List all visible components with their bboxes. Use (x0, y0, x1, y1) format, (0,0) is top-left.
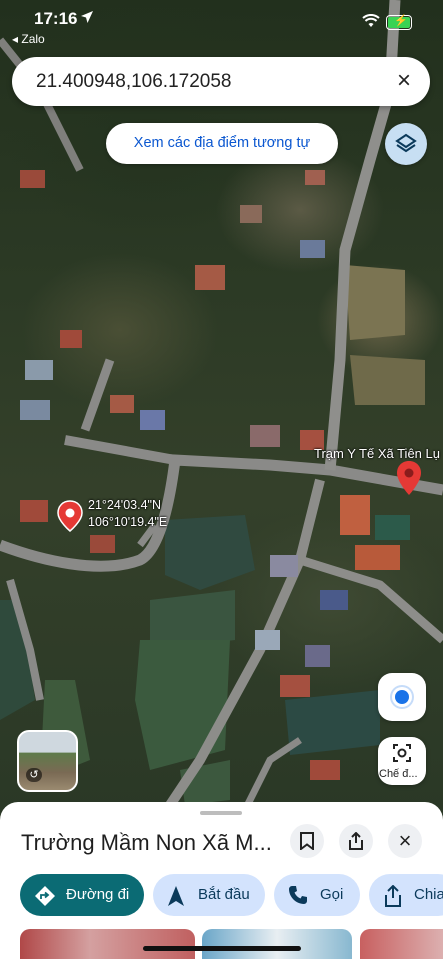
layers-button[interactable] (385, 123, 427, 165)
share-button[interactable] (339, 824, 373, 858)
search-query-text[interactable]: 21.400948,106.172058 (36, 71, 231, 93)
location-arrow-icon (81, 11, 93, 23)
status-time: 17:16 (34, 9, 78, 28)
search-bar[interactable]: 21.400948,106.172058 × (12, 57, 430, 106)
status-bar: 17:16 ◂ Zalo ⚡ (0, 0, 443, 52)
call-button[interactable]: Gọi (274, 874, 360, 916)
battery-icon: ⚡ (386, 15, 412, 30)
close-icon: × (398, 828, 412, 853)
street-view-thumbnail[interactable]: ↺ (17, 730, 78, 792)
share-icon (349, 832, 363, 850)
call-label: Gọi (320, 886, 344, 903)
directions-icon (35, 886, 55, 906)
dropped-pin-icon[interactable] (57, 500, 83, 532)
place-label[interactable]: Trạm Y Tế Xã Tiên Lụ (314, 446, 440, 461)
place-bottom-sheet[interactable]: Trường Mầm Non Xã M... × Đường đi Bắt đầ… (0, 802, 443, 959)
place-photo[interactable] (20, 929, 195, 959)
directions-button[interactable]: Đường đi (20, 874, 144, 916)
my-location-icon (395, 690, 409, 704)
action-chips: Đường đi Bắt đầu Gọi Chia (0, 874, 443, 916)
place-photo[interactable] (202, 929, 352, 959)
start-label: Bắt đầu (198, 886, 250, 903)
back-to-app-link[interactable]: ◂ Zalo (12, 32, 45, 46)
lens-camera-icon (393, 744, 411, 762)
close-icon[interactable]: × (392, 69, 416, 93)
start-button[interactable]: Bắt đầu (153, 874, 265, 916)
lens-mode-button[interactable]: Chế đ... (378, 737, 426, 785)
save-button[interactable] (290, 824, 324, 858)
place-photos-strip[interactable] (0, 929, 443, 959)
layers-icon (395, 133, 417, 153)
longitude-text: 106°10'19.4"E (88, 515, 168, 529)
phone-icon (289, 886, 307, 904)
latitude-text: 21°24'03.4"N (88, 498, 161, 512)
bookmark-icon (300, 832, 314, 850)
directions-label: Đường đi (66, 886, 130, 903)
place-photo[interactable] (360, 929, 443, 959)
place-title: Trường Mầm Non Xã M... (21, 830, 272, 855)
share-label: Chia (414, 886, 443, 903)
similar-places-chip[interactable]: Xem các địa điểm tương tự (106, 123, 338, 164)
sheet-drag-handle[interactable] (200, 811, 242, 815)
coordinates-label: 21°24'03.4"N 106°10'19.4"E (88, 497, 167, 531)
share-action-button[interactable]: Chia (369, 874, 443, 916)
wifi-icon (362, 14, 380, 27)
share-icon (385, 885, 401, 907)
close-sheet-button[interactable]: × (388, 824, 422, 858)
lens-mode-label: Chế đ... (379, 768, 418, 780)
street-view-rotate-icon: ↺ (26, 768, 42, 782)
home-indicator (143, 946, 301, 951)
navigation-arrow-icon (168, 886, 184, 906)
health-station-pin-icon[interactable] (396, 460, 422, 496)
my-location-button[interactable] (378, 673, 426, 721)
